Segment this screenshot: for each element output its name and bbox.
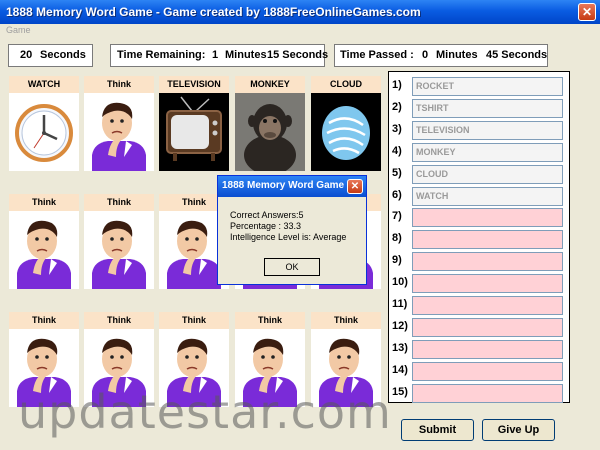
close-icon[interactable]: ✕ — [347, 179, 363, 194]
answer-number: 9) — [392, 254, 402, 267]
cloud-icon — [311, 93, 381, 171]
time-passed-box: Time Passed : 0 Minutes 45 Seconds — [334, 44, 548, 67]
answer-input-1[interactable]: ROCKET — [412, 77, 563, 96]
clock-icon — [9, 93, 79, 171]
title-bar: 1888 Memory Word Game - Game created by … — [0, 0, 600, 24]
time-remaining-minutes: 1 — [212, 49, 219, 61]
dialog-title: 1888 Memory Word Game — [222, 180, 345, 191]
answer-input-14[interactable] — [412, 361, 563, 381]
game-window: 1888 Memory Word Game - Game created by … — [0, 0, 600, 450]
round-seconds-unit: Seconds — [40, 49, 86, 61]
card-label: TELEVISION — [159, 76, 229, 93]
card-label: WATCH — [9, 76, 79, 93]
answer-input-10[interactable] — [412, 274, 563, 294]
card-label: Think — [311, 312, 381, 329]
answer-number: 2) — [392, 100, 402, 113]
card-label: Think — [9, 194, 79, 211]
answer-input-13[interactable] — [412, 339, 563, 359]
answer-input-11[interactable] — [412, 296, 563, 315]
menu-bar: Game — [0, 24, 600, 39]
time-remaining-minutes-unit: Minutes — [225, 49, 267, 61]
word-card[interactable]: Think — [84, 76, 154, 171]
thinking-man-icon — [84, 211, 154, 289]
percentage-text: Percentage : 33.3 — [230, 221, 302, 231]
answer-number: 7) — [392, 210, 402, 223]
thinking-man-icon — [9, 211, 79, 289]
answer-input-12[interactable] — [412, 317, 563, 337]
answer-number: 12) — [392, 319, 408, 332]
time-passed-minutes: 0 — [422, 49, 429, 61]
menu-item-game[interactable]: Game — [6, 25, 31, 35]
word-card[interactable]: Think — [84, 194, 154, 289]
intelligence-level-text: Intelligence Level is: Average — [230, 232, 347, 242]
time-passed-seconds: 45 Seconds — [486, 49, 548, 61]
answer-number: 15) — [392, 385, 408, 398]
time-remaining-label: Time Remaining: — [117, 49, 206, 61]
window-title: 1888 Memory Word Game - Game created by … — [6, 5, 421, 19]
card-label: Think — [159, 312, 229, 329]
ok-button[interactable]: OK — [264, 258, 320, 276]
answer-number: 11) — [392, 298, 408, 310]
card-label: Think — [235, 312, 305, 329]
word-card[interactable]: WATCH — [9, 76, 79, 171]
word-card[interactable]: MONKEY — [235, 76, 305, 171]
answer-input-9[interactable] — [412, 252, 563, 272]
word-card[interactable]: Think — [9, 194, 79, 289]
correct-answers-text: Correct Answers:5 — [230, 210, 304, 220]
answer-number: 10) — [392, 276, 408, 289]
answer-input-5[interactable]: CLOUD — [412, 164, 563, 184]
watermark-text: updatestar.com — [18, 385, 392, 439]
round-seconds-value: 20 — [20, 49, 33, 61]
answer-input-3[interactable]: TELEVISION — [412, 120, 563, 140]
dialog-title-bar: 1888 Memory Word Game ✕ — [218, 176, 366, 197]
answer-input-4[interactable]: MONKEY — [412, 142, 563, 162]
answer-number: 8) — [392, 232, 402, 245]
submit-button[interactable]: Submit — [401, 419, 474, 441]
time-passed-minutes-unit: Minutes — [436, 49, 478, 61]
answer-input-8[interactable] — [412, 230, 563, 250]
answer-input-7[interactable] — [412, 208, 563, 228]
card-label: Think — [9, 312, 79, 329]
round-seconds-box: 20 Seconds — [8, 44, 93, 67]
result-dialog: 1888 Memory Word Game ✕ Correct Answers:… — [217, 175, 367, 285]
give-up-button[interactable]: Give Up — [482, 419, 555, 441]
monkey-icon — [235, 93, 305, 171]
card-label: CLOUD — [311, 76, 381, 93]
time-remaining-box: Time Remaining: 1 Minutes 15 Seconds — [110, 44, 329, 67]
thinking-man-icon — [84, 93, 154, 171]
answer-number: 5) — [392, 166, 402, 179]
word-card[interactable]: TELEVISION — [159, 76, 229, 171]
card-label: Think — [84, 312, 154, 329]
answer-input-2[interactable]: TSHIRT — [412, 98, 563, 118]
close-icon[interactable]: ✕ — [578, 3, 596, 21]
word-card[interactable]: CLOUD — [311, 76, 381, 171]
time-remaining-seconds: 15 Seconds — [267, 49, 329, 61]
answer-number: 3) — [392, 122, 402, 135]
answer-number: 6) — [392, 188, 402, 201]
card-label: Think — [84, 76, 154, 93]
answer-number: 1) — [392, 79, 402, 91]
answer-number: 14) — [392, 363, 408, 376]
answer-number: 13) — [392, 341, 408, 354]
time-passed-label: Time Passed : — [340, 49, 414, 61]
answer-number: 4) — [392, 144, 402, 157]
television-icon — [159, 93, 229, 171]
card-label: Think — [84, 194, 154, 211]
answer-input-6[interactable]: WATCH — [412, 186, 563, 206]
card-label: MONKEY — [235, 76, 305, 93]
answer-input-15[interactable] — [412, 383, 563, 403]
